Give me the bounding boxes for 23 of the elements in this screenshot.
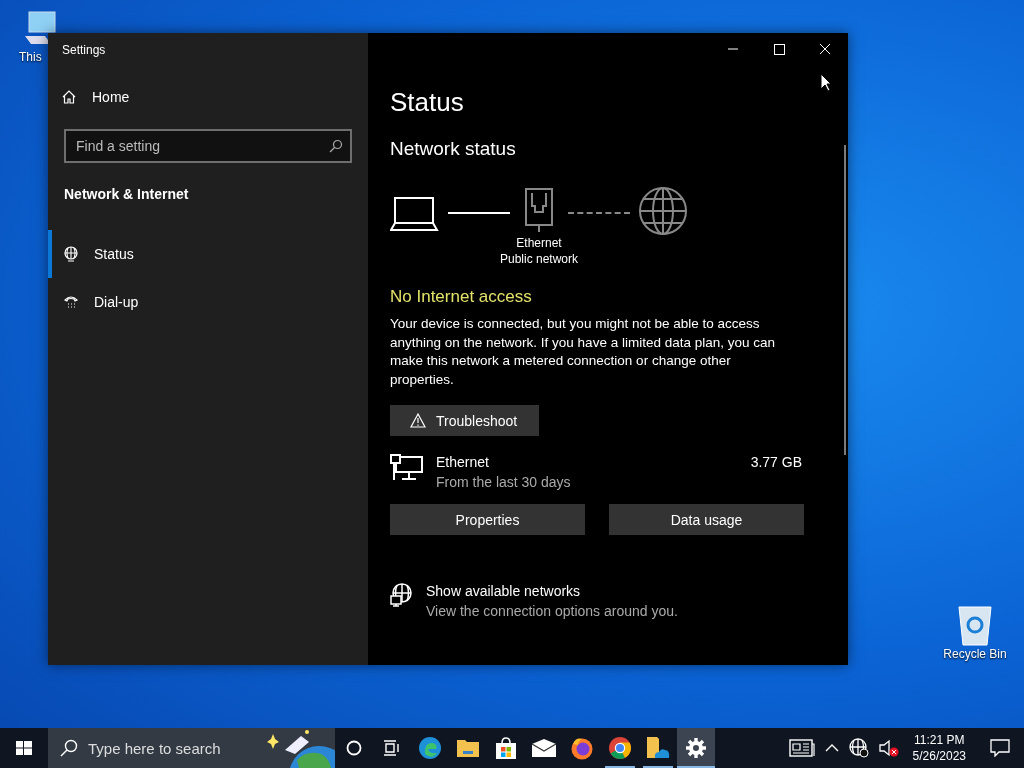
adapter-label: Ethernet <box>516 235 562 251</box>
link-description: View the connection options around you. <box>426 603 679 619</box>
troubleshoot-button[interactable]: Troubleshoot <box>390 405 540 436</box>
connection-detail: From the last 30 days <box>436 474 572 490</box>
status-heading: No Internet access <box>390 287 533 307</box>
network-type-label: Public network <box>499 251 578 267</box>
search-field[interactable]: Find a setting <box>64 129 352 163</box>
action-button[interactable]: Properties <box>390 504 585 535</box>
desktop-icon-label[interactable]: Recycle Bin <box>943 647 1007 661</box>
data-usage-amount: 3.77 GB <box>750 454 802 470</box>
sidebar-item[interactable]: Dial-up <box>48 278 368 326</box>
status-message: Your device is connected, but you might not be able to access anything on the network. If you have a limited data plan, you can make this network a metered connection or change other properties. <box>390 315 776 389</box>
connection-name: Ethernet <box>436 454 490 470</box>
section-title: Network status <box>390 138 517 160</box>
section-heading: Network & Internet <box>63 185 190 202</box>
page-title: Status <box>390 87 465 118</box>
taskbar-search-field[interactable]: Type here to search <box>48 728 335 768</box>
home-item[interactable]: Home <box>48 81 368 113</box>
link-title[interactable]: Show available networks <box>426 583 804 599</box>
clock[interactable]: 11:21 PM 5/26/2023 <box>912 732 966 764</box>
action-button[interactable]: Data usage <box>609 504 804 535</box>
desktop-icon-label[interactable]: This <box>19 50 42 64</box>
window-title: Settings <box>61 42 107 59</box>
